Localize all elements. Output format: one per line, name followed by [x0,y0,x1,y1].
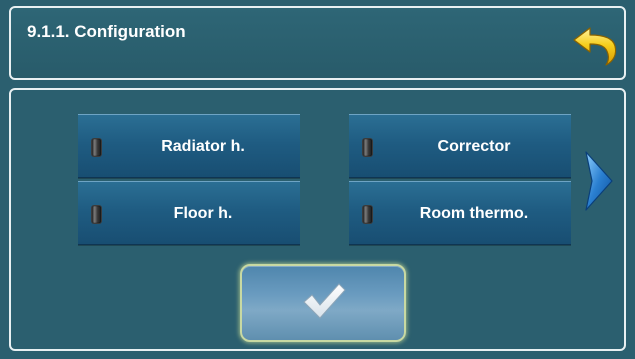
next-page-button[interactable] [582,150,616,212]
chevron-right-icon [585,151,613,211]
back-button[interactable] [572,24,618,68]
option-label: Radiator h. [161,138,245,155]
option-label: Corrector [437,138,511,155]
option-radiator-heating[interactable]: Radiator h. [78,114,300,178]
screen: 9.1.1. Configuration Radiator h. Correct… [0,0,635,359]
indicator-led [92,139,101,156]
option-label: Room thermo. [419,205,529,222]
option-floor-heating[interactable]: Floor h. [78,181,300,245]
checkmark-icon [303,283,346,319]
option-corrector[interactable]: Corrector [349,114,571,178]
option-label: Floor h. [173,205,233,222]
option-room-thermostat[interactable]: Room thermo. [349,181,571,245]
indicator-led [363,139,372,156]
confirm-button[interactable] [240,264,406,342]
indicator-led [363,206,372,223]
indicator-led [92,206,101,223]
header-bar: 9.1.1. Configuration [9,6,626,80]
back-arrow-icon [573,27,617,66]
page-title: 9.1.1. Configuration [27,22,186,41]
